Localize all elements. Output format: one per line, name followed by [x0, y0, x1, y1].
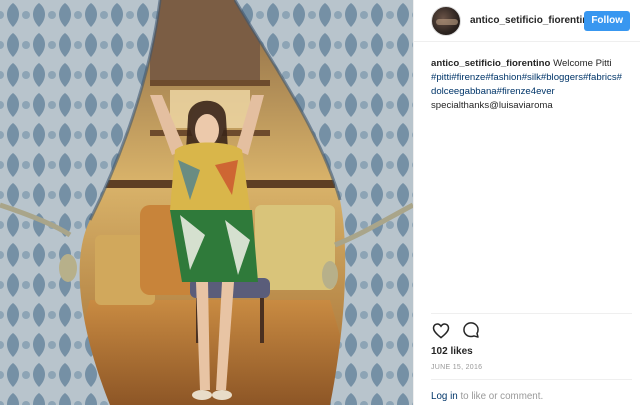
- hashtag-link[interactable]: #firenze4ever: [497, 86, 555, 97]
- comment-prompt: Log in to like or comment.: [431, 391, 543, 402]
- likes-count[interactable]: 102 likes: [431, 346, 473, 357]
- hashtag-link[interactable]: #firenze: [451, 72, 485, 83]
- hashtag-link[interactable]: #silk: [522, 72, 541, 83]
- photo-illustration: [0, 0, 413, 405]
- caption-username[interactable]: antico_setificio_fiorentino: [431, 58, 550, 69]
- comment-divider: [431, 379, 632, 380]
- post-date: JUNE 15, 2016: [431, 364, 483, 371]
- post-header: antico_setificio_fiorentin Follow: [414, 0, 640, 42]
- caption-line-1: antico_setificio_fiorentino Welcome Pitt…: [431, 57, 632, 71]
- comment-prompt-text: to like or comment.: [460, 391, 544, 402]
- heart-icon[interactable]: [431, 320, 451, 340]
- post-actions: [431, 320, 481, 340]
- avatar[interactable]: [431, 5, 461, 36]
- hashtag-link[interactable]: dolceegabbana: [431, 86, 497, 97]
- caption-line-4: specialthanks@luisaviaroma: [431, 99, 632, 113]
- caption-line-3: dolceegabbana#firenze4ever: [431, 85, 632, 99]
- hashtag-link[interactable]: #: [617, 72, 622, 83]
- hashtag-link[interactable]: #bloggers: [541, 72, 583, 83]
- caption: antico_setificio_fiorentino Welcome Pitt…: [414, 42, 640, 113]
- hashtag-link[interactable]: #pitti: [431, 72, 451, 83]
- post-side-panel: antico_setificio_fiorentin Follow antico…: [413, 0, 640, 405]
- caption-line-2: #pitti#firenze#fashion#silk#bloggers#fab…: [431, 71, 632, 85]
- post-photo[interactable]: [0, 0, 413, 405]
- actions-divider: [431, 313, 632, 314]
- hashtag-link[interactable]: #fabrics: [583, 72, 617, 83]
- hashtag-link[interactable]: #fashion: [485, 72, 521, 83]
- follow-button[interactable]: Follow: [584, 10, 630, 31]
- header-username[interactable]: antico_setificio_fiorentin: [470, 15, 584, 26]
- caption-thanks: specialthanks: [431, 100, 490, 111]
- login-link[interactable]: Log in: [431, 391, 458, 402]
- mention-link[interactable]: @luisaviaroma: [489, 100, 553, 111]
- caption-text: Welcome Pitti: [553, 58, 612, 69]
- comment-icon[interactable]: [461, 320, 481, 340]
